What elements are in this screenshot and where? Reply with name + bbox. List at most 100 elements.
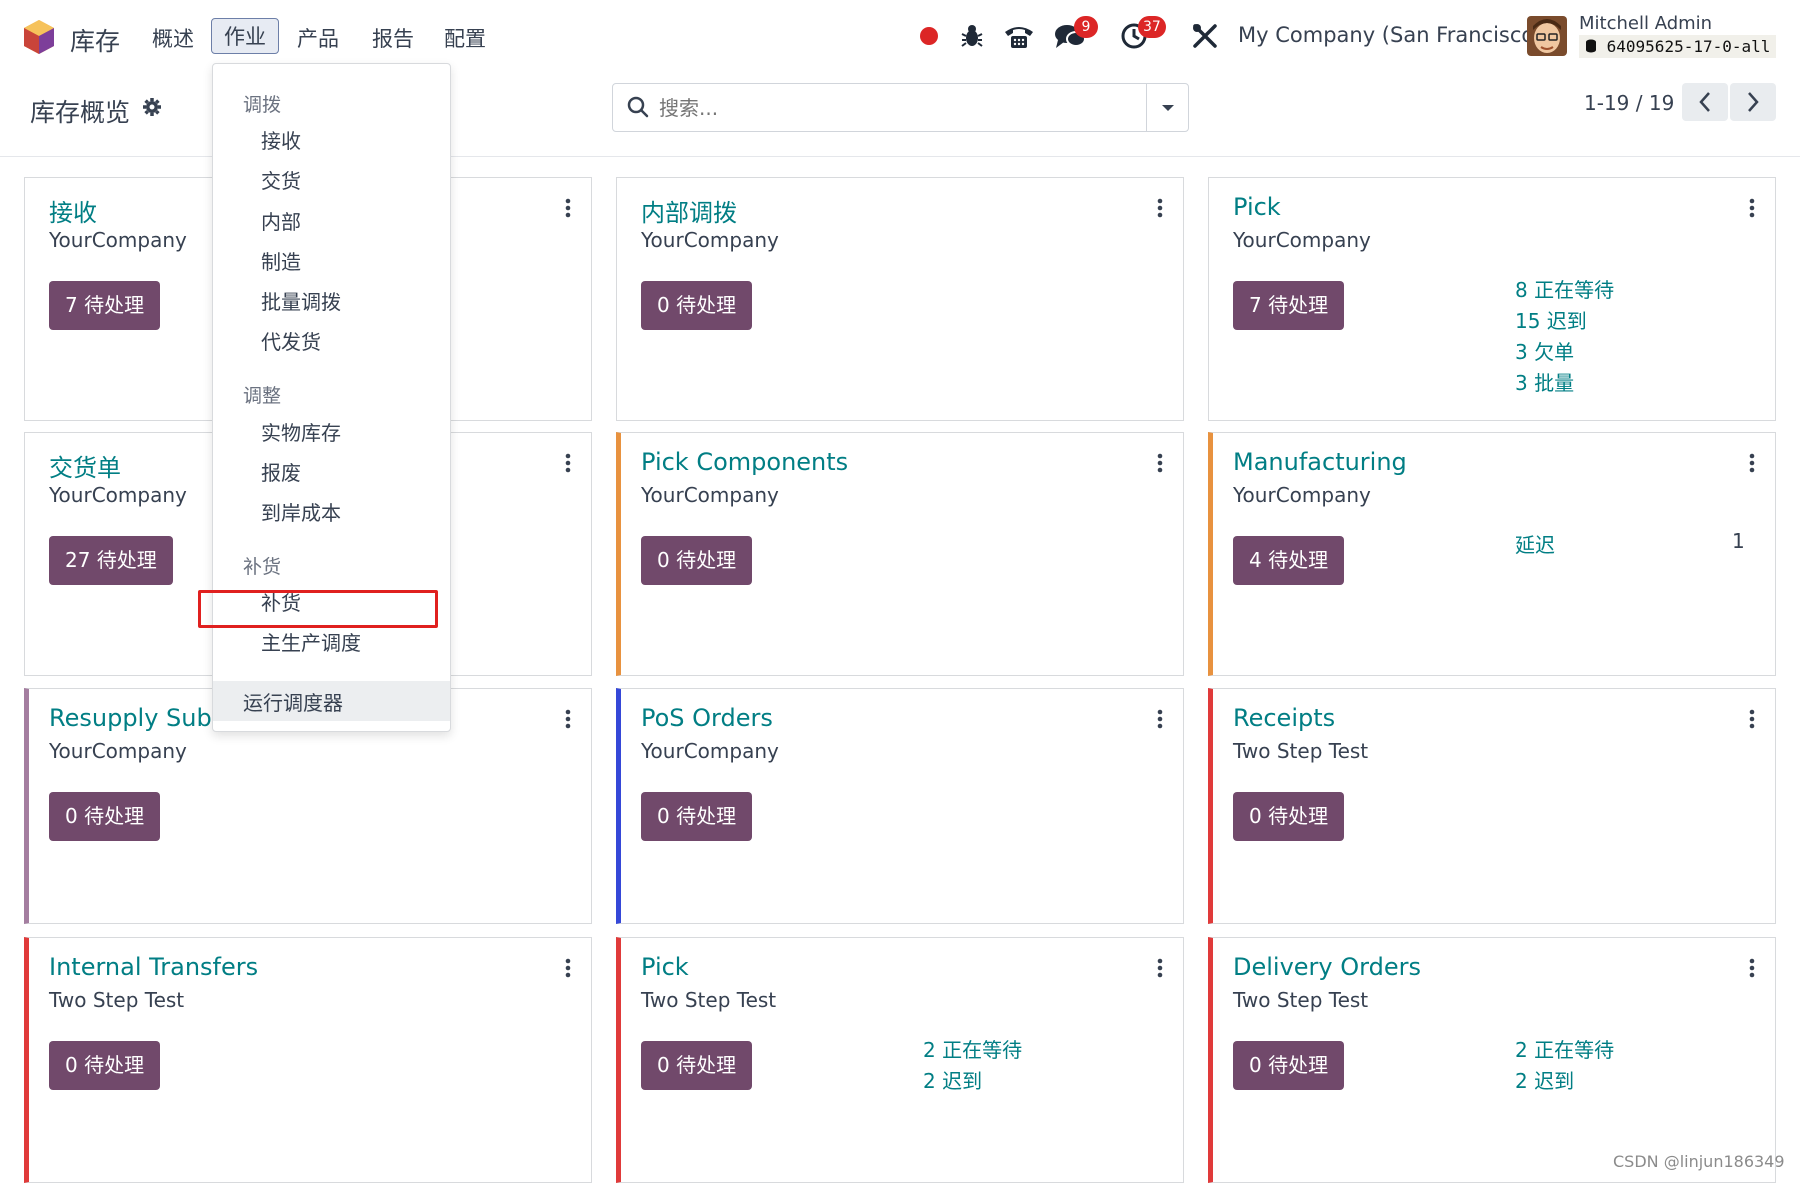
to-process-button[interactable]: 4 待处理 [1233, 536, 1345, 585]
card-title[interactable]: 接收 [49, 193, 97, 228]
menu-item-manufacturing[interactable]: 制造 [261, 246, 301, 275]
card-title[interactable]: Pick [641, 953, 689, 981]
pager-value[interactable]: 1-19 / 19 [1584, 91, 1674, 115]
company-switcher[interactable]: My Company (San Francisco) [1238, 23, 1542, 47]
kebab-menu-icon[interactable] [1749, 198, 1755, 218]
messages-badge: 9 [1074, 16, 1098, 38]
kebab-menu-icon[interactable] [1157, 958, 1163, 978]
phone-icon[interactable] [1003, 22, 1035, 50]
pager-previous-button[interactable] [1682, 83, 1728, 121]
to-process-button[interactable]: 0 待处理 [641, 536, 753, 585]
page-title: 库存概览 [30, 98, 131, 127]
kebab-menu-icon[interactable] [565, 198, 571, 218]
card-title[interactable]: 内部调拨 [641, 193, 737, 228]
inventory-app-icon[interactable] [23, 19, 55, 55]
card-company: Two Step Test [49, 988, 185, 1012]
user-name[interactable]: Mitchell Admin [1579, 13, 1712, 34]
to-process-button[interactable]: 0 待处理 [1233, 1041, 1345, 1090]
kebab-menu-icon[interactable] [1749, 453, 1755, 473]
backorder-link[interactable]: 3 欠单 [1515, 336, 1574, 365]
card-company: YourCompany [49, 739, 187, 763]
waiting-link[interactable]: 2 正在等待 [923, 1034, 1022, 1063]
card-company: YourCompany [1233, 228, 1371, 252]
card-title[interactable]: Pick [1233, 193, 1281, 221]
menu-item-deliveries[interactable]: 交货 [261, 165, 301, 194]
kebab-menu-icon[interactable] [1749, 958, 1755, 978]
kebab-menu-icon[interactable] [565, 453, 571, 473]
run-scheduler-label: 运行调度器 [243, 691, 343, 715]
menu-item-receipts[interactable]: 接收 [261, 125, 301, 154]
menu-configuration[interactable]: 配置 [444, 23, 486, 53]
card-company: YourCompany [641, 739, 779, 763]
app-name[interactable]: 库存 [70, 22, 120, 58]
operation-card[interactable]: Pick Components YourCompany 0 待处理 [616, 432, 1184, 676]
to-process-button[interactable]: 0 待处理 [641, 792, 753, 841]
to-process-button[interactable]: 0 待处理 [49, 1041, 161, 1090]
menu-operations[interactable]: 作业 [211, 18, 279, 54]
record-icon[interactable] [918, 25, 940, 47]
search-icon [627, 96, 649, 118]
menu-item-master-production-schedule[interactable]: 主生产调度 [261, 627, 361, 656]
menu-item-batch-transfers[interactable]: 批量调拨 [261, 286, 341, 315]
operation-card[interactable]: 内部调拨 YourCompany 0 待处理 [616, 177, 1184, 421]
menu-item-landed-costs[interactable]: 到岸成本 [261, 497, 341, 526]
card-title[interactable]: Internal Transfers [49, 953, 258, 981]
card-title[interactable]: 交货单 [49, 448, 121, 483]
to-process-button[interactable]: 0 待处理 [1233, 792, 1345, 841]
database-name-text: 64095625-17-0-all [1606, 37, 1771, 56]
to-process-button[interactable]: 0 待处理 [641, 281, 753, 330]
menu-item-scrap[interactable]: 报废 [261, 457, 301, 486]
card-title[interactable]: PoS Orders [641, 704, 773, 732]
chevron-right-icon [1748, 92, 1759, 112]
operation-card[interactable]: Receipts Two Step Test 0 待处理 [1208, 688, 1776, 924]
card-title[interactable]: Manufacturing [1233, 448, 1407, 476]
card-title[interactable]: Delivery Orders [1233, 953, 1421, 981]
menu-reporting[interactable]: 报告 [372, 23, 414, 53]
delayed-link[interactable]: 延迟 [1515, 529, 1555, 558]
menu-products[interactable]: 产品 [297, 23, 339, 53]
card-title[interactable]: Receipts [1233, 704, 1335, 732]
kebab-menu-icon[interactable] [1157, 198, 1163, 218]
operation-card[interactable]: Manufacturing YourCompany 4 待处理 延迟 1 [1208, 432, 1776, 676]
late-link[interactable]: 2 迟到 [1515, 1065, 1574, 1094]
to-process-button[interactable]: 7 待处理 [49, 281, 161, 330]
bug-icon[interactable] [958, 22, 986, 50]
operation-card[interactable]: Internal Transfers Two Step Test 0 待处理 [24, 937, 592, 1183]
kebab-menu-icon[interactable] [1157, 453, 1163, 473]
waiting-link[interactable]: 8 正在等待 [1515, 274, 1614, 303]
operation-card[interactable]: Pick YourCompany 7 待处理 8 正在等待 15 迟到 3 欠单… [1208, 177, 1776, 421]
menu-item-internal[interactable]: 内部 [261, 206, 301, 235]
kebab-menu-icon[interactable] [565, 709, 571, 729]
late-link[interactable]: 2 迟到 [923, 1065, 982, 1094]
kebab-menu-icon[interactable] [1157, 709, 1163, 729]
database-icon [1586, 39, 1596, 53]
kebab-menu-icon[interactable] [565, 958, 571, 978]
operation-card[interactable]: Pick Two Step Test 0 待处理 2 正在等待 2 迟到 [616, 937, 1184, 1183]
search-options-toggle[interactable] [1146, 84, 1188, 131]
annotation-highlight-box [198, 590, 438, 628]
late-link[interactable]: 15 迟到 [1515, 305, 1587, 334]
tools-icon[interactable] [1191, 22, 1219, 50]
menu-item-dropship[interactable]: 代发货 [261, 326, 321, 355]
menu-overview[interactable]: 概述 [152, 23, 194, 53]
search-bar [612, 83, 1189, 132]
search-input[interactable] [659, 92, 1139, 124]
batch-link[interactable]: 3 批量 [1515, 367, 1574, 396]
to-process-button[interactable]: 7 待处理 [1233, 281, 1345, 330]
to-process-button[interactable]: 0 待处理 [641, 1041, 753, 1090]
card-title[interactable]: Pick Components [641, 448, 848, 476]
operation-card[interactable]: Delivery Orders Two Step Test 0 待处理 2 正在… [1208, 937, 1776, 1183]
card-company: YourCompany [49, 483, 187, 507]
operation-card[interactable]: PoS Orders YourCompany 0 待处理 [616, 688, 1184, 924]
to-process-button[interactable]: 27 待处理 [49, 536, 173, 585]
gear-icon[interactable] [142, 97, 162, 117]
run-scheduler-item[interactable]: 运行调度器 [213, 681, 450, 721]
user-avatar[interactable] [1527, 16, 1567, 56]
kebab-menu-icon[interactable] [1749, 709, 1755, 729]
operations-dropdown-menu: 调拨 接收 交货 内部 制造 批量调拨 代发货 调整 实物库存 报废 到岸成本 … [212, 63, 451, 732]
section-adjustments: 调整 [243, 385, 282, 407]
menu-item-physical-inventory[interactable]: 实物库存 [261, 417, 341, 446]
waiting-link[interactable]: 2 正在等待 [1515, 1034, 1614, 1063]
pager-next-button[interactable] [1730, 83, 1776, 121]
to-process-button[interactable]: 0 待处理 [49, 792, 161, 841]
